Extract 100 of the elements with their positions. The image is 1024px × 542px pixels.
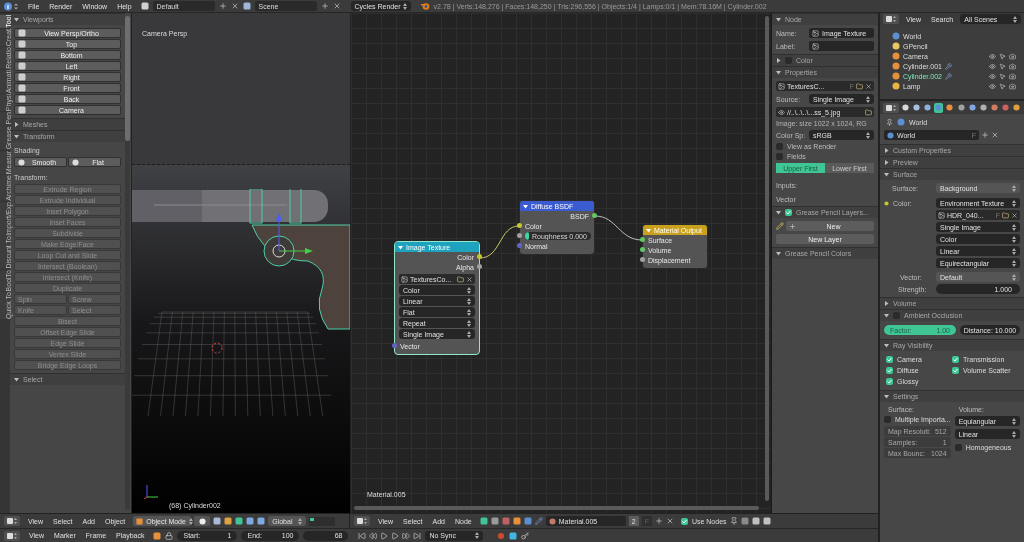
disclosure-triangle-icon[interactable] xyxy=(776,70,781,75)
editor-type-button[interactable] xyxy=(883,14,899,24)
checkbox[interactable] xyxy=(886,378,893,385)
disclosure-triangle-icon[interactable] xyxy=(14,122,19,127)
editor-type-button[interactable] xyxy=(4,516,20,526)
disclosure-triangle-icon[interactable] xyxy=(884,172,889,177)
checkbox[interactable] xyxy=(886,367,893,374)
play-reverse-icon[interactable] xyxy=(380,531,389,540)
disclosure-triangle-icon[interactable] xyxy=(884,301,889,306)
context-tab[interactable] xyxy=(967,102,977,113)
jump-end-icon[interactable] xyxy=(413,531,422,540)
disclosure-triangle-icon[interactable] xyxy=(884,160,889,165)
disclosure-triangle-icon[interactable] xyxy=(884,313,889,318)
record-icon[interactable] xyxy=(497,531,506,540)
eye-icon[interactable] xyxy=(989,72,996,80)
image-icon[interactable] xyxy=(938,211,945,219)
disclosure-triangle-icon[interactable] xyxy=(884,343,889,348)
eye-icon[interactable] xyxy=(989,62,996,70)
editor-type-button[interactable] xyxy=(354,516,370,526)
scrollbar-thumb[interactable] xyxy=(354,506,759,510)
context-tab[interactable] xyxy=(934,102,944,113)
wrench-icon[interactable] xyxy=(944,72,952,80)
checkbox[interactable] xyxy=(884,416,891,423)
socket-dot[interactable] xyxy=(884,200,889,206)
brush-icon[interactable] xyxy=(534,517,543,525)
context-tab[interactable] xyxy=(978,102,988,113)
checkbox[interactable] xyxy=(886,356,893,363)
close-icon[interactable] xyxy=(665,517,674,525)
editor-type-icon xyxy=(886,16,892,22)
disclosure-triangle-icon[interactable] xyxy=(884,148,889,153)
context-tab[interactable] xyxy=(912,102,922,113)
disclosure-triangle-icon[interactable] xyxy=(14,17,19,22)
up-down-arrows-icon xyxy=(1012,184,1016,192)
checkbox[interactable] xyxy=(776,153,783,160)
context-tab[interactable] xyxy=(956,102,966,113)
folder-icon[interactable] xyxy=(1002,211,1009,219)
folder-icon[interactable] xyxy=(856,82,863,90)
close-icon[interactable] xyxy=(466,275,473,283)
pencil-icon[interactable] xyxy=(776,222,784,230)
checkbox[interactable] xyxy=(785,209,792,216)
close-icon[interactable] xyxy=(332,2,341,10)
checkbox[interactable] xyxy=(952,356,959,363)
eye-icon[interactable] xyxy=(778,108,785,116)
next-keyframe-icon[interactable] xyxy=(402,531,411,540)
disclosure-triangle-icon[interactable] xyxy=(776,210,781,215)
play-icon[interactable] xyxy=(391,531,400,540)
close-icon[interactable] xyxy=(991,131,999,139)
jump-start-icon[interactable] xyxy=(358,531,367,540)
wrench-icon[interactable] xyxy=(944,62,952,70)
label-field[interactable] xyxy=(809,41,874,51)
checkbox[interactable] xyxy=(954,444,962,451)
scrollbar-thumb[interactable] xyxy=(125,16,130,141)
folder-icon[interactable] xyxy=(865,108,872,116)
shading-dropdown[interactable] xyxy=(194,516,211,526)
pin-icon[interactable] xyxy=(886,118,893,126)
eye-icon[interactable] xyxy=(989,52,996,60)
editor-type-button[interactable] xyxy=(883,102,899,113)
disclosure-triangle-icon[interactable] xyxy=(776,251,781,256)
close-icon[interactable] xyxy=(230,2,239,10)
add-icon[interactable] xyxy=(320,2,329,10)
pin-icon[interactable] xyxy=(729,517,738,525)
disclosure-triangle-icon[interactable] xyxy=(776,58,781,63)
add-icon[interactable] xyxy=(981,131,989,139)
context-tab[interactable] xyxy=(989,102,999,113)
collapse-triangle-icon[interactable] xyxy=(646,227,651,233)
collapse-triangle-icon[interactable] xyxy=(523,203,528,209)
folder-icon[interactable] xyxy=(457,275,464,283)
sphere-icon xyxy=(18,158,25,166)
context-tab[interactable] xyxy=(945,102,955,113)
eye-icon[interactable] xyxy=(989,82,996,90)
checkbox[interactable] xyxy=(952,367,959,374)
disclosure-triangle-icon[interactable] xyxy=(14,377,19,382)
context-tab[interactable] xyxy=(923,102,933,113)
key-icon[interactable] xyxy=(521,531,530,540)
disclosure-triangle-icon[interactable] xyxy=(14,134,19,139)
close-icon[interactable] xyxy=(865,82,872,90)
layer-grid-icon[interactable] xyxy=(309,516,336,526)
checkbox[interactable] xyxy=(776,143,783,150)
context-tab[interactable] xyxy=(1011,102,1022,113)
close-icon[interactable] xyxy=(1011,211,1018,219)
up-down-arrows-icon xyxy=(1012,235,1016,243)
checkbox[interactable] xyxy=(680,517,688,525)
editor-type-button[interactable] xyxy=(4,530,20,541)
previous-keyframe-icon[interactable] xyxy=(369,531,378,540)
collapse-triangle-icon[interactable] xyxy=(398,244,403,250)
lock-icon[interactable] xyxy=(165,531,174,540)
image-icon[interactable] xyxy=(401,275,408,283)
add-icon[interactable] xyxy=(218,2,227,10)
scrollbar-track[interactable] xyxy=(125,16,130,510)
add-icon[interactable] xyxy=(654,517,663,525)
up-down-arrows-icon xyxy=(298,517,303,525)
info-editor-icon[interactable] xyxy=(3,1,19,11)
disclosure-triangle-icon[interactable] xyxy=(776,17,781,22)
node-icon[interactable] xyxy=(812,29,819,37)
scrollbar-thumb[interactable] xyxy=(765,16,769,501)
disclosure-triangle-icon[interactable] xyxy=(884,394,889,399)
image-icon[interactable] xyxy=(778,82,785,90)
add-icon[interactable] xyxy=(789,222,796,230)
node-icon[interactable] xyxy=(812,42,819,50)
context-tab[interactable] xyxy=(901,102,911,113)
